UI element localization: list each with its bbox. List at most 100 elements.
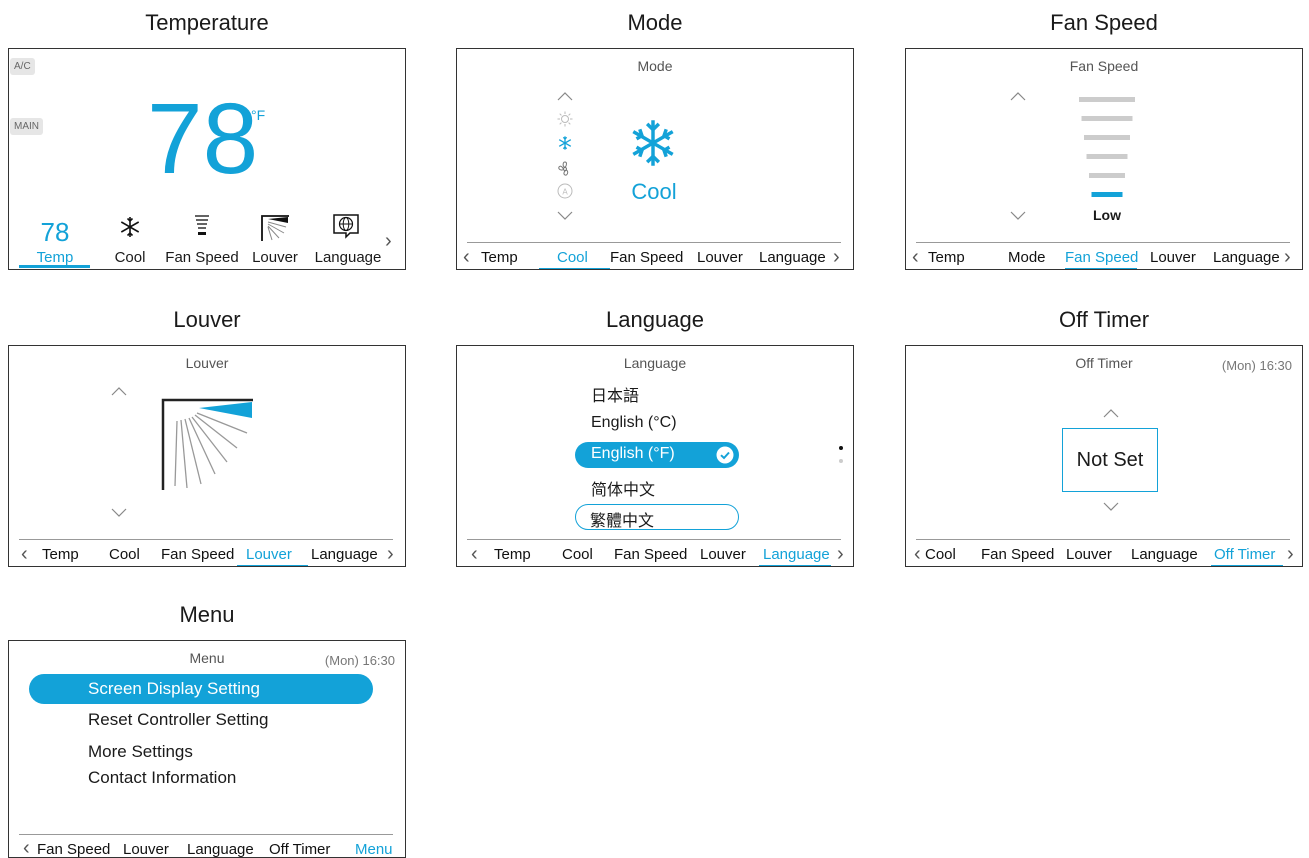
language-option-label: 繁體中文 — [590, 513, 655, 530]
tab-language[interactable]: Language — [759, 249, 826, 266]
globe-icon — [333, 214, 359, 239]
fan-level-bar — [1086, 154, 1128, 159]
chevron-down-icon[interactable] — [111, 508, 127, 518]
fan-level-bar — [1084, 135, 1130, 140]
chevron-up-icon[interactable] — [557, 91, 573, 101]
menu-item[interactable]: Reset Controller Setting — [88, 710, 268, 730]
language-option[interactable]: English (°C) — [591, 414, 677, 432]
scroll-indicator — [839, 446, 843, 463]
tab-temp[interactable]: Temp — [481, 249, 518, 266]
chevron-right-icon[interactable]: › — [385, 231, 392, 251]
language-option-focused[interactable]: 繁體中文 — [575, 504, 739, 530]
chevron-left-icon[interactable]: ‹ — [23, 838, 30, 857]
fan-speed-title: Fan Speed — [1069, 58, 1139, 74]
tab-cool[interactable]: Cool — [557, 249, 588, 266]
ac-badge: A/C — [10, 58, 35, 75]
tab-fan-speed[interactable]: Fan Speed — [37, 841, 110, 857]
fan-speed-icon — [195, 215, 209, 235]
fan-level-bars — [1079, 97, 1135, 197]
tab-off-timer[interactable]: Off Timer — [269, 841, 330, 857]
tab-louver[interactable]: Louver — [700, 546, 746, 563]
chevron-left-icon[interactable]: ‹ — [21, 544, 28, 564]
tab-louver[interactable]: Louver — [1066, 546, 1112, 563]
louver-icon — [261, 215, 289, 241]
tab-fan-speed[interactable]: Fan Speed — [610, 249, 683, 266]
tab-temp[interactable]: Temp — [928, 249, 965, 266]
menu-item-selected[interactable]: Screen Display Setting — [29, 674, 373, 704]
fan-icon[interactable] — [557, 161, 573, 177]
chevron-down-icon[interactable] — [1103, 502, 1119, 512]
menu-item[interactable]: More Settings — [88, 742, 193, 762]
chevron-left-icon[interactable]: ‹ — [914, 544, 921, 564]
chevron-right-icon[interactable]: › — [833, 247, 840, 267]
chevron-down-icon[interactable] — [557, 211, 573, 221]
tab-fan-speed[interactable]: Fan Speed — [162, 211, 242, 267]
fan-speed-current-label: Low — [1093, 207, 1121, 223]
tab-temp[interactable]: 78 Temp — [19, 211, 91, 269]
chevron-right-icon[interactable]: › — [837, 544, 844, 564]
sun-icon[interactable] — [557, 111, 573, 127]
fan-level-bar — [1091, 192, 1123, 197]
tab-off-timer[interactable]: Off Timer — [1214, 546, 1275, 563]
off-timer-value-box[interactable]: Not Set — [1062, 428, 1158, 492]
tab-temp[interactable]: Temp — [42, 546, 79, 563]
tab-temp[interactable]: Temp — [494, 546, 531, 563]
tab-fan-speed-underline — [1065, 268, 1137, 269]
louver-title: Louver — [185, 355, 229, 371]
tab-language[interactable]: Language — [311, 546, 378, 563]
tab-language[interactable]: Language — [309, 211, 387, 267]
tab-cool[interactable]: Cool — [103, 211, 157, 267]
tab-louver[interactable]: Louver — [123, 841, 169, 857]
off-timer-value: Not Set — [1076, 449, 1144, 471]
fan-speed-panel: Fan Speed Low ‹ Temp Mode Fan Speed Louv… — [905, 48, 1303, 270]
snowflake-icon[interactable] — [557, 134, 573, 152]
auto-icon[interactable]: A — [557, 183, 573, 199]
tab-fan-speed[interactable]: Fan Speed — [1065, 249, 1138, 266]
language-option-selected[interactable]: English (°F) — [575, 442, 739, 468]
menu-item[interactable]: Contact Information — [88, 768, 236, 788]
tab-louver-underline — [237, 565, 308, 566]
chevron-down-icon[interactable] — [1010, 211, 1026, 221]
caption-louver: Louver — [173, 307, 241, 332]
language-option[interactable]: 日本語 — [591, 382, 639, 406]
tab-fan-speed[interactable]: Fan Speed — [161, 546, 234, 563]
fan-level-bar — [1081, 116, 1133, 121]
chevron-up-icon[interactable] — [1010, 91, 1026, 101]
chevron-right-icon[interactable]: › — [387, 544, 394, 564]
tab-cool[interactable]: Cool — [562, 546, 593, 563]
tab-language[interactable]: Language — [763, 546, 830, 563]
chevron-left-icon[interactable]: ‹ — [912, 247, 919, 267]
tab-language[interactable]: Language — [187, 841, 254, 857]
tab-louver[interactable]: Louver — [697, 249, 743, 266]
tab-divider — [467, 242, 841, 243]
tab-fan-speed[interactable]: Fan Speed — [981, 546, 1054, 563]
tab-mode[interactable]: Mode — [1008, 249, 1046, 266]
language-tab-label: Language — [314, 249, 382, 266]
fan-speed-tab-label: Fan Speed — [165, 249, 239, 266]
chevron-right-icon[interactable]: › — [1284, 247, 1291, 267]
tab-off-timer-underline — [1211, 565, 1283, 566]
check-circle-icon — [716, 446, 734, 464]
tab-divider — [19, 539, 393, 540]
language-panel: Language 日本語 English (°C) English (°F) 简… — [456, 345, 854, 567]
chevron-right-icon[interactable]: › — [1287, 544, 1294, 564]
tab-louver[interactable]: Louver — [1150, 249, 1196, 266]
cool-tab-label: Cool — [114, 249, 146, 266]
temperature-unit: °F — [251, 107, 266, 123]
tab-louver[interactable]: Louver — [246, 546, 292, 563]
language-option[interactable]: 简体中文 — [591, 476, 655, 500]
chevron-up-icon[interactable] — [1103, 408, 1119, 418]
tab-cool-underline — [539, 268, 610, 269]
caption-menu: Menu — [179, 602, 235, 627]
chevron-left-icon[interactable]: ‹ — [471, 544, 478, 564]
tab-fan-speed[interactable]: Fan Speed — [614, 546, 687, 563]
tab-language[interactable]: Language — [1131, 546, 1198, 563]
tab-menu[interactable]: Menu — [355, 841, 393, 857]
tab-cool[interactable]: Cool — [109, 546, 140, 563]
tab-louver[interactable]: Louver — [245, 211, 305, 267]
clock-display: (Mon) 16:30 — [324, 653, 395, 668]
chevron-left-icon[interactable]: ‹ — [463, 247, 470, 267]
tab-cool[interactable]: Cool — [925, 546, 956, 563]
tab-language[interactable]: Language — [1213, 249, 1280, 266]
chevron-up-icon[interactable] — [111, 386, 127, 396]
